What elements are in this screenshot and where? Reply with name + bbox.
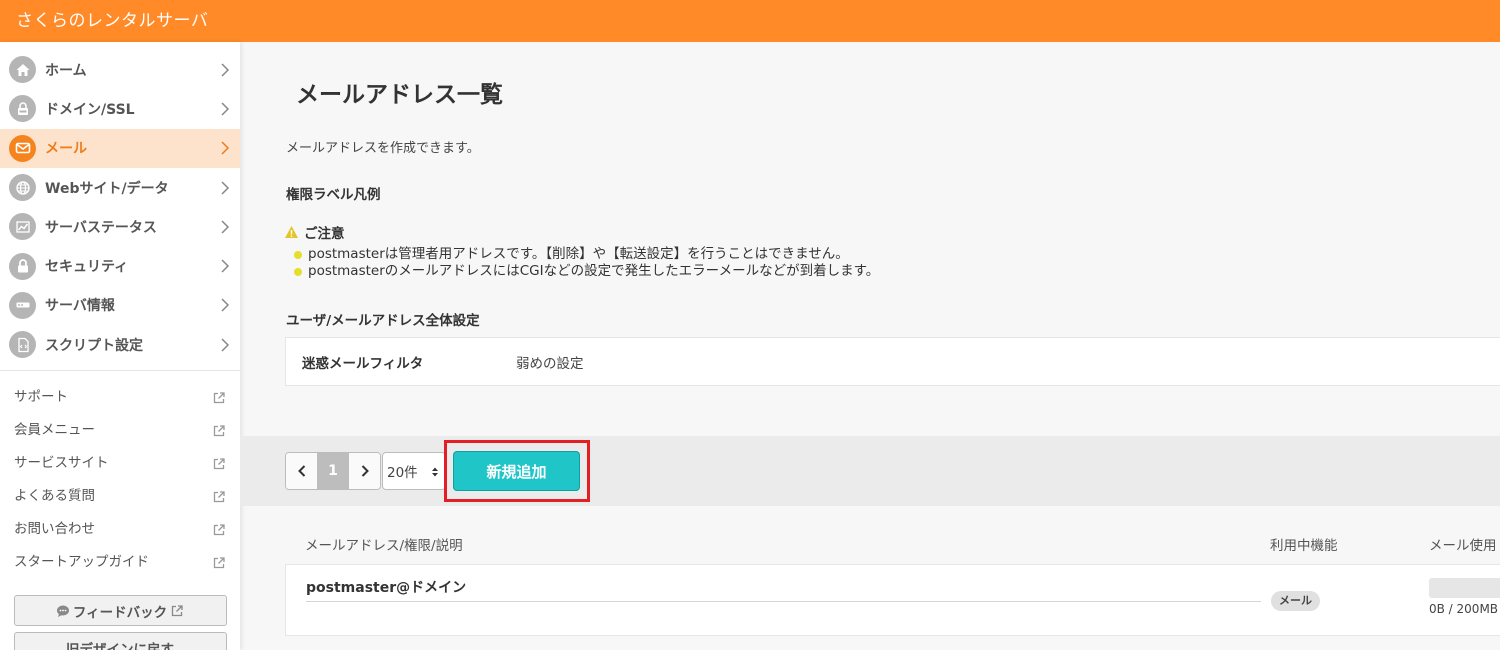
spam-filter-value: 弱めの設定	[516, 355, 584, 372]
mail-address[interactable]: postmaster@ドメイン	[306, 577, 466, 597]
server-icon	[9, 291, 36, 319]
chevron-right-icon	[221, 181, 230, 195]
link-label: 会員メニュー	[14, 422, 95, 439]
main-content: メールアドレス一覧 メールアドレスを作成できます。 権限ラベル凡例 ご注意 po…	[240, 42, 1500, 650]
external-link-icon	[213, 392, 225, 404]
feedback-label: フィードバック	[72, 604, 168, 621]
external-link-icon	[213, 458, 225, 470]
script-icon	[9, 331, 36, 359]
page-description: メールアドレスを作成できます。	[286, 141, 480, 156]
sidebar-item-label: ドメイン/SSL	[45, 101, 135, 118]
sidebar-item-label: ホーム	[45, 62, 87, 79]
globe-icon	[9, 174, 36, 202]
chevron-right-icon	[221, 259, 230, 273]
sidebar-item-label: セキュリティ	[45, 259, 129, 276]
padlock-icon	[9, 252, 36, 280]
address-divider	[306, 601, 1261, 602]
sidebar-item-home[interactable]: ホーム	[0, 50, 240, 89]
usage-bar	[1429, 578, 1500, 598]
column-header-features: 利用中機能	[1270, 538, 1338, 554]
next-page-button[interactable]	[349, 453, 380, 489]
link-startup-guide[interactable]: スタートアップガイド	[0, 546, 240, 579]
sidebar-item-label: サーバ情報	[45, 298, 115, 315]
sidebar-item-website-data[interactable]: Webサイト/データ	[0, 168, 240, 207]
chat-bubble-icon	[56, 605, 69, 617]
link-label: スタートアップガイド	[14, 554, 149, 571]
select-arrows-icon	[432, 467, 438, 477]
link-faq[interactable]: よくある質問	[0, 480, 240, 513]
external-link-icon	[171, 605, 183, 617]
sidebar-item-label: Webサイト/データ	[45, 180, 169, 197]
prev-page-button[interactable]	[286, 453, 317, 489]
old-design-label: 旧デザインに戻す	[66, 641, 174, 650]
feature-badge: メール	[1271, 591, 1320, 611]
link-support[interactable]: サポート	[0, 381, 240, 414]
external-link-icon	[213, 557, 225, 569]
notice-heading-text: ご注意	[304, 226, 345, 242]
chevron-right-icon	[361, 465, 369, 477]
spam-filter-setting: 迷惑メールフィルタ 弱めの設定	[285, 337, 1500, 386]
sidebar-item-label: スクリプト設定	[45, 337, 143, 354]
notice-item: postmasterは管理者用アドレスです。【削除】や【転送設定】を行うことはで…	[294, 246, 879, 263]
per-page-value: 20件	[387, 465, 418, 481]
sidebar-item-label: サーバステータス	[45, 219, 157, 236]
chevron-right-icon	[221, 220, 230, 234]
column-header-usage: メール使用	[1429, 538, 1497, 554]
link-label: サポート	[14, 389, 68, 406]
home-icon	[9, 56, 36, 84]
old-design-button[interactable]: 旧デザインに戻す	[13, 632, 227, 650]
sidebar-item-server-info[interactable]: サーバ情報	[0, 286, 240, 325]
list-toolbar: 1 20件 新規追加	[240, 436, 1500, 506]
notice-list: postmasterは管理者用アドレスです。【削除】や【転送設定】を行うことはで…	[294, 246, 879, 280]
sidebar-item-security[interactable]: セキュリティ	[0, 246, 240, 285]
permission-legend-heading: 権限ラベル凡例	[286, 187, 381, 203]
chevron-right-icon	[221, 298, 230, 312]
per-page-select[interactable]: 20件	[382, 452, 446, 490]
external-link-icon	[213, 425, 225, 437]
usage-text: 0B / 200MB	[1429, 602, 1499, 616]
link-member-menu[interactable]: 会員メニュー	[0, 414, 240, 447]
sidebar-item-script-settings[interactable]: スクリプト設定	[0, 325, 240, 364]
mail-icon	[9, 134, 36, 162]
feedback-button[interactable]: フィードバック	[13, 595, 227, 627]
page-title: メールアドレス一覧	[296, 82, 503, 108]
app-title: さくらのレンタルサーバ	[16, 11, 209, 31]
pagination: 1	[285, 452, 381, 490]
chevron-right-icon	[221, 102, 230, 116]
chevron-right-icon	[221, 63, 230, 77]
link-label: お問い合わせ	[14, 521, 95, 538]
column-header-address: メールアドレス/権限/説明	[305, 538, 463, 554]
table-row[interactable]: postmaster@ドメイン メール 0B / 200MB	[285, 564, 1500, 636]
lock-icon	[9, 95, 36, 123]
chart-icon	[9, 213, 36, 241]
sidebar-item-mail[interactable]: メール	[0, 128, 240, 168]
sidebar-item-server-status[interactable]: サーバステータス	[0, 207, 240, 246]
sidebar-item-domain-ssl[interactable]: ドメイン/SSL	[0, 89, 240, 128]
warning-icon	[285, 226, 298, 238]
app-header: さくらのレンタルサーバ	[0, 0, 1500, 42]
spam-filter-label: 迷惑メールフィルタ	[302, 355, 424, 372]
external-link-icon	[213, 524, 225, 536]
external-link-icon	[213, 491, 225, 503]
link-contact[interactable]: お問い合わせ	[0, 513, 240, 546]
current-page[interactable]: 1	[317, 453, 349, 489]
chevron-right-icon	[221, 141, 230, 155]
sidebar: ホーム ドメイン/SSL メール Webサイト/データ サーバステータス セキュ…	[0, 42, 240, 650]
link-label: よくある質問	[14, 488, 95, 505]
sidebar-item-label: メール	[45, 141, 87, 158]
chevron-left-icon	[297, 465, 305, 477]
chevron-right-icon	[221, 338, 230, 352]
external-links: サポート 会員メニュー サービスサイト よくある質問 お問い合わせ スタートアッ…	[0, 371, 240, 579]
link-service-site[interactable]: サービスサイト	[0, 447, 240, 480]
add-new-button[interactable]: 新規追加	[453, 451, 580, 491]
link-label: サービスサイト	[14, 455, 109, 472]
global-settings-heading: ユーザ/メールアドレス全体設定	[286, 313, 480, 329]
notice-item: postmasterのメールアドレスにはCGIなどの設定で発生したエラーメールな…	[294, 263, 879, 280]
notice-heading: ご注意	[284, 222, 345, 242]
